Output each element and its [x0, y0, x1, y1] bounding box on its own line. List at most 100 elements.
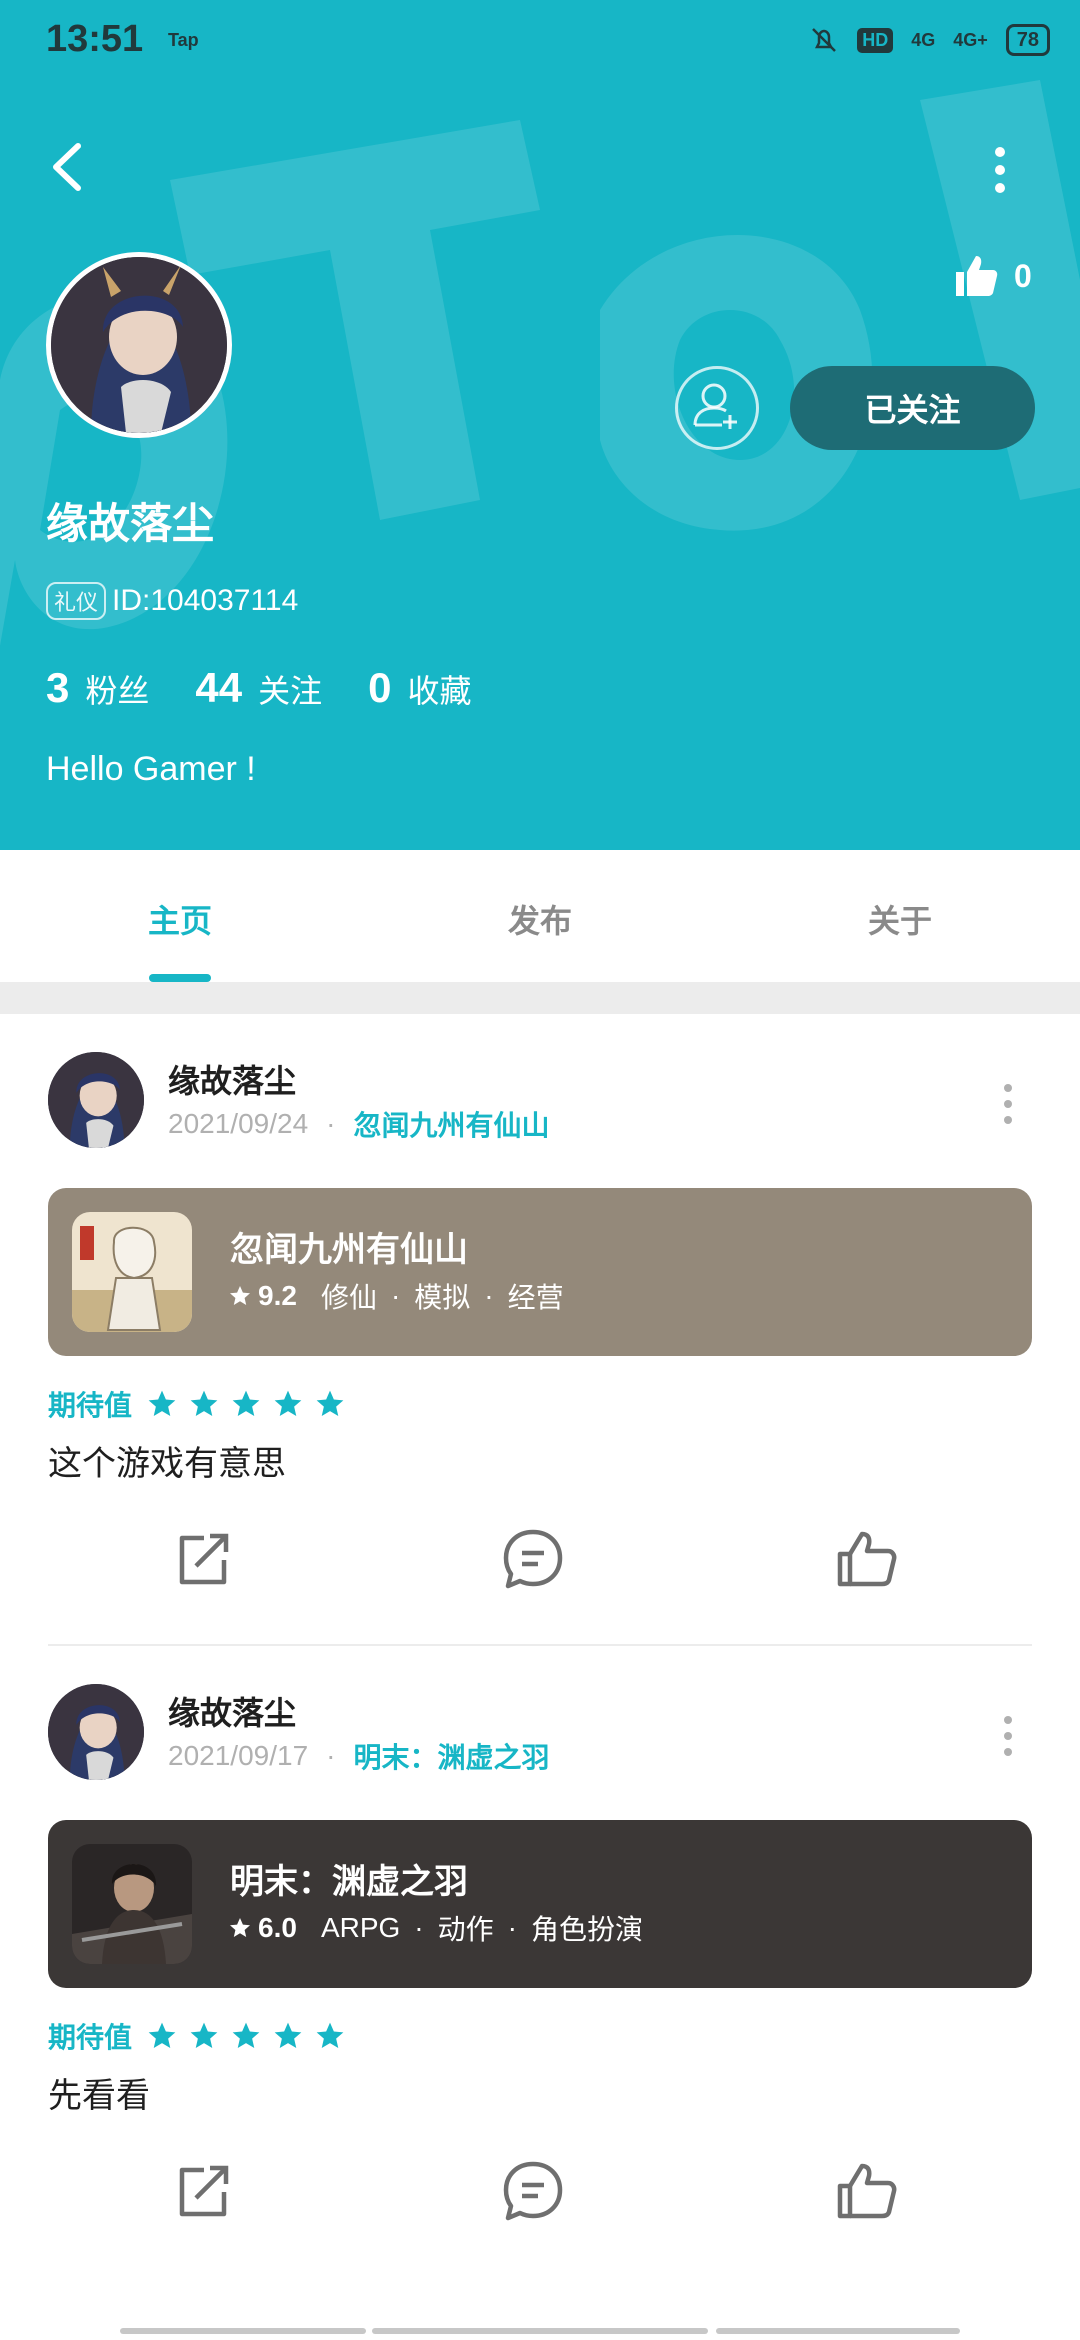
- game-score: 6.0: [258, 1912, 297, 1943]
- game-tag: 修仙: [320, 1282, 377, 1313]
- following-label: 关注: [258, 673, 323, 709]
- game-info: 6.0 ARPG · 动作 · 角色扮演: [228, 1908, 643, 1948]
- post-avatar-image: [48, 1684, 144, 1780]
- mute-bell-icon: [812, 28, 837, 52]
- like-icon[interactable]: [832, 1524, 902, 1594]
- profile-username: 缘故落尘: [46, 500, 215, 547]
- post-avatar[interactable]: [48, 1684, 144, 1780]
- game-card[interactable]: 忽闻九州有仙山 9.2 修仙 · 模拟 · 经营: [48, 1188, 1032, 1356]
- tag-separator: ·: [414, 1912, 424, 1943]
- taptap-watermark: [0, 80, 1080, 646]
- tab-bar: 主页 发布 关于: [0, 850, 1080, 982]
- follow-button[interactable]: 已关注: [790, 366, 1035, 450]
- post-author[interactable]: 缘故落尘: [168, 1688, 296, 1734]
- profile-bio: Hello Gamer !: [46, 750, 256, 788]
- star-icon: [274, 2022, 302, 2048]
- post-more-icon[interactable]: [996, 1712, 1020, 1760]
- star-rating: [146, 1388, 346, 1420]
- expectation-label: 期待值: [48, 1390, 133, 1421]
- game-tag: 模拟: [414, 1282, 471, 1313]
- like-icon[interactable]: [832, 2156, 902, 2226]
- meta-dot: ·: [326, 1108, 336, 1139]
- review-text: 这个游戏有意思: [48, 1445, 286, 1483]
- game-icon: [72, 1212, 192, 1332]
- review-text: 先看看: [48, 2077, 150, 2115]
- post-author[interactable]: 缘故落尘: [168, 1056, 296, 1102]
- network-4gplus-icon: 4G+: [953, 29, 988, 50]
- game-icon-image: [72, 1212, 192, 1332]
- tab-indicator: [149, 974, 211, 982]
- expectation-rating: 期待值: [48, 2016, 346, 2056]
- game-tag: 角色扮演: [530, 1914, 643, 1945]
- post-more-icon[interactable]: [996, 1080, 1020, 1128]
- expectation-rating: 期待值: [48, 1384, 346, 1424]
- favorites-stat[interactable]: 0 收藏: [368, 664, 471, 712]
- profile-id: ID:104037114: [112, 584, 299, 617]
- add-friend-button[interactable]: [675, 366, 759, 450]
- star-icon: [148, 1390, 176, 1416]
- star-icon: [274, 1390, 302, 1416]
- favorites-count: 0: [368, 664, 392, 711]
- following-count: 44: [195, 664, 243, 711]
- post-game-link[interactable]: 忽闻九州有仙山: [353, 1104, 549, 1144]
- star-icon: [190, 2022, 218, 2048]
- etiquette-tag[interactable]: 礼仪: [46, 582, 107, 620]
- avatar[interactable]: [46, 252, 232, 438]
- tab-posts[interactable]: 发布: [440, 896, 640, 942]
- game-title: 忽闻九州有仙山: [230, 1231, 468, 1269]
- avatar-image: [51, 257, 227, 433]
- star-icon: [190, 1390, 218, 1416]
- following-stat[interactable]: 44 关注: [195, 664, 322, 712]
- followers-count: 3: [46, 664, 70, 711]
- add-friend-icon: [693, 383, 737, 429]
- post-game-link[interactable]: 明末：渊虚之羽: [353, 1736, 549, 1776]
- more-vertical-icon[interactable]: [980, 140, 1020, 200]
- back-arrow-icon[interactable]: [46, 140, 90, 194]
- hd-icon: HD: [857, 27, 894, 53]
- home-indicator: [372, 2328, 708, 2334]
- post-date: 2021/09/17: [168, 1740, 309, 1771]
- followers-stat[interactable]: 3 粉丝: [46, 664, 149, 712]
- like-count-group[interactable]: 0: [952, 252, 1032, 300]
- star-icon: [232, 2022, 260, 2048]
- network-4g-icon: 4G: [911, 29, 936, 50]
- tag-separator: ·: [484, 1280, 494, 1311]
- post-avatar-image: [48, 1052, 144, 1148]
- star-icon: [232, 1390, 260, 1416]
- followers-label: 粉丝: [85, 673, 150, 709]
- game-icon: [72, 1844, 192, 1964]
- tab-home[interactable]: 主页: [80, 896, 280, 942]
- thumb-up-icon: [956, 256, 998, 296]
- post-divider: [48, 1644, 1032, 1646]
- star-icon: [316, 2022, 344, 2048]
- star-icon: [148, 2022, 176, 2048]
- comment-icon[interactable]: [498, 1524, 568, 1594]
- share-icon[interactable]: [168, 2156, 238, 2226]
- tab-about[interactable]: 关于: [800, 896, 1000, 942]
- game-score: 9.2: [258, 1280, 297, 1311]
- section-divider: [0, 982, 1080, 1014]
- rating-star-icon: [230, 1286, 250, 1305]
- expectation-label: 期待值: [48, 2022, 133, 2053]
- star-rating: [146, 2020, 346, 2052]
- post-date: 2021/09/24: [168, 1108, 309, 1139]
- post-meta: 2021/09/24 · 忽闻九州有仙山: [168, 1104, 549, 1144]
- home-indicator: [716, 2328, 960, 2334]
- comment-icon[interactable]: [498, 2156, 568, 2226]
- like-count: 0: [1014, 257, 1032, 294]
- battery-level: 78: [1016, 28, 1039, 51]
- game-card[interactable]: 明末：渊虚之羽 6.0 ARPG · 动作 · 角色扮演: [48, 1820, 1032, 1988]
- rating-star-icon: [230, 1918, 250, 1937]
- game-tag: ARPG: [320, 1912, 401, 1943]
- game-info: 9.2 修仙 · 模拟 · 经营: [228, 1276, 564, 1316]
- game-tag: 经营: [507, 1282, 564, 1313]
- status-right-icons: HD 4G 4G+ 78: [809, 24, 1050, 56]
- meta-dot: ·: [326, 1740, 336, 1771]
- share-icon[interactable]: [168, 1524, 238, 1594]
- profile-header: 13:51 Tap HD 4G 4G+ 78 0 已关注 缘故落尘 礼仪 ID:…: [0, 0, 1080, 850]
- game-icon-image: [72, 1844, 192, 1964]
- profile-stats: 3 粉丝 44 关注 0 收藏: [46, 664, 517, 712]
- tap-notification-icon: Tap: [168, 30, 199, 50]
- game-title: 明末：渊虚之羽: [230, 1863, 468, 1901]
- post-avatar[interactable]: [48, 1052, 144, 1148]
